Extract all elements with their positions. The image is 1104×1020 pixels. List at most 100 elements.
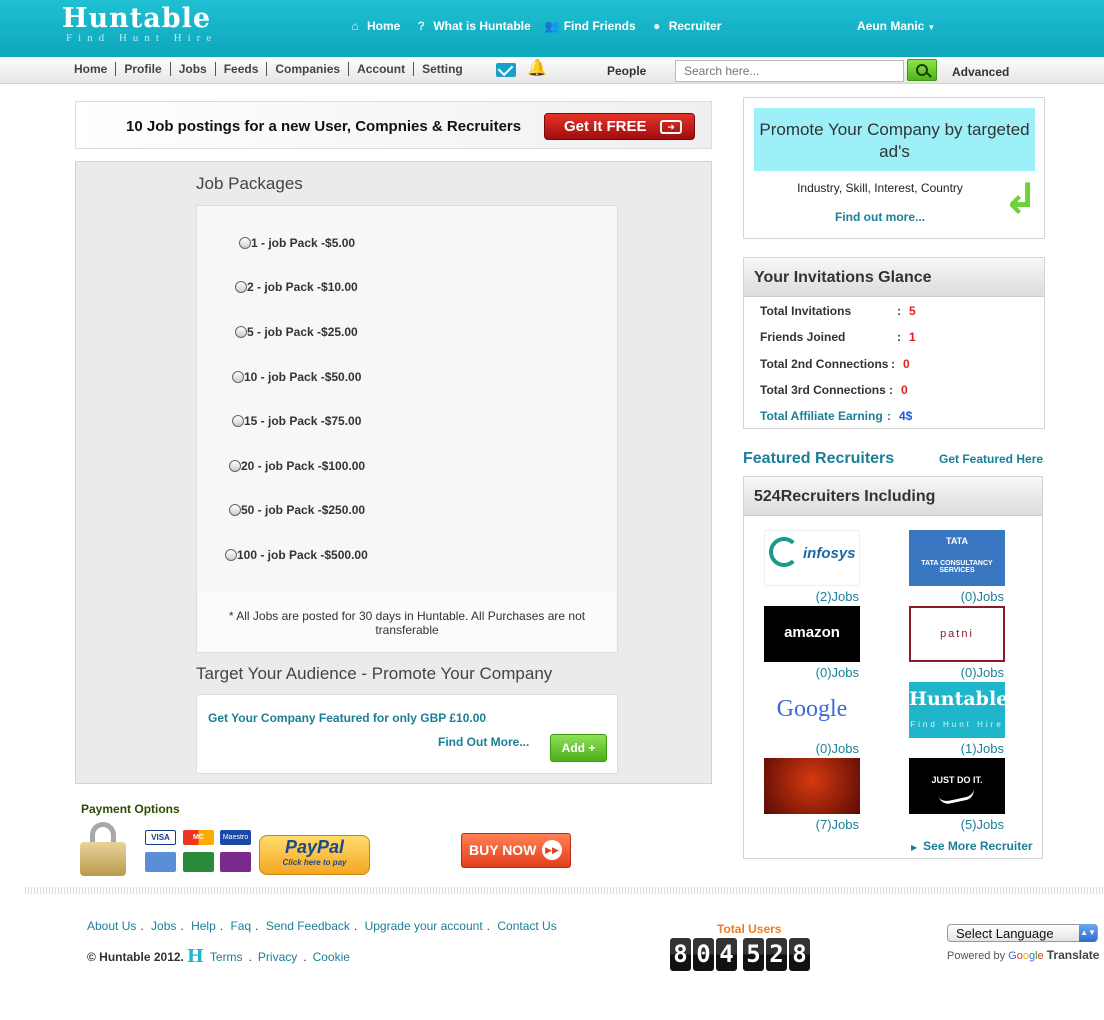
recruiter-logo-amazon[interactable]: amazon [764,606,860,662]
footer-links: About Us. Jobs. Help. Faq. Send Feedback… [87,919,557,933]
menu-setting[interactable]: Setting [414,62,471,76]
huntable-wordmark: Huntable [909,688,1005,710]
job-pack-option[interactable]: 15 - job Pack -$75.00 [232,414,361,428]
menu-companies[interactable]: Companies [267,62,350,76]
user-menu[interactable]: Aeun Manic ▼ [857,19,935,33]
promote-ad-box: Promote Your Company by targeted ad's In… [743,97,1045,239]
job-packages-note: * All Jobs are posted for 30 days in Hun… [196,592,618,653]
footer-link-contact[interactable]: Contact Us [497,919,556,933]
ad-find-more-link[interactable]: Find out more... [835,210,925,224]
search-button[interactable] [907,59,937,81]
recruiter-logo-tcs[interactable]: TATA TATA CONSULTANCY SERVICES [909,530,1005,586]
add-button[interactable]: Add + [550,734,607,762]
terms-link[interactable]: Terms [210,950,243,964]
paypal-label: PayPal [284,837,345,857]
recruiter-jobs-link[interactable]: (1)Jobs [908,741,1004,756]
recruiter-jobs-link[interactable]: (0)Jobs [908,589,1004,604]
job-pack-option[interactable]: 20 - job Pack -$100.00 [229,459,365,473]
radio-button[interactable] [239,237,251,249]
user-name: Aeun Manic [857,19,925,33]
menu-feeds[interactable]: Feeds [216,62,268,76]
menu-profile[interactable]: Profile [116,62,171,76]
card-icon [183,852,214,872]
mail-icon[interactable] [496,63,516,77]
radio-button[interactable] [229,460,241,472]
menu-account[interactable]: Account [349,62,415,76]
main-menu: Home Profile Jobs Feeds Companies Accoun… [66,62,471,76]
recruiter-logo-google[interactable]: Google [764,682,860,738]
recruiter-jobs-link[interactable]: (0)Jobs [763,665,859,680]
invitation-row: Total Invitations:5 [760,304,916,318]
invitation-value: 0 [903,357,910,371]
featured-offer-text: Get Your Company Featured for only GBP £… [208,711,487,725]
recruiter-logo-infosys[interactable]: infosys [764,530,860,586]
search-input[interactable] [675,60,904,82]
promo-banner: 10 Job postings for a new User, Compnies… [75,101,712,149]
footer-link-jobs[interactable]: Jobs [151,919,176,933]
recruiter-logo-patni[interactable]: patni [909,606,1005,662]
topnav-what-is-huntable[interactable]: ? What is Huntable [414,19,531,33]
sub-nav: Home Profile Jobs Feeds Companies Accoun… [0,57,1104,84]
get-it-free-button[interactable]: Get It FREE ➜ [544,113,695,140]
footer-link-faq[interactable]: Faq [230,919,251,933]
recruiter-jobs-link[interactable]: (2)Jobs [763,589,859,604]
buy-now-button[interactable]: BUY NOW ▶▶ [461,833,571,868]
topnav-find-friends[interactable]: 👥 Find Friends [545,19,636,33]
job-pack-option[interactable]: 10 - job Pack -$50.00 [232,370,361,384]
footer-link-feedback[interactable]: Send Feedback [266,919,350,933]
radio-button[interactable] [229,504,241,516]
recruiter-jobs-link[interactable]: (7)Jobs [763,817,859,832]
language-select-value: Select Language [956,926,1054,941]
person-icon: ● [653,19,661,33]
invitation-value: 5 [909,304,916,318]
counter-digit: 8 [789,938,810,971]
job-pack-label: 50 - job Pack -$250.00 [241,503,366,517]
get-it-free-label: Get It FREE [564,118,647,135]
radio-button[interactable] [232,415,244,427]
find-out-more-link[interactable]: Find Out More... [438,735,529,749]
recruiter-logo-nike[interactable]: JUST DO IT. [909,758,1005,814]
recruiter-jobs-link[interactable]: (5)Jobs [908,817,1004,832]
swoosh-icon [938,788,976,806]
home-icon: ⌂ [351,19,359,33]
brand-logo[interactable]: Huntable Find Hunt Hire [62,4,217,45]
invitation-row[interactable]: Total Affiliate Earning:4$ [760,409,912,423]
radio-button[interactable] [232,371,244,383]
cookie-link[interactable]: Cookie [313,950,350,964]
bell-icon[interactable]: 🔔 [527,61,547,77]
privacy-link[interactable]: Privacy [258,950,297,964]
footer-link-about[interactable]: About Us [87,919,136,933]
menu-home[interactable]: Home [66,62,117,76]
amex-card-icon [145,852,176,872]
buy-now-label: BUY NOW [469,842,537,858]
google-wordmark: Google [776,696,848,722]
recruiter-jobs-link[interactable]: (0)Jobs [908,665,1004,680]
job-pack-option[interactable]: 2 - job Pack -$10.00 [235,280,358,294]
topnav-home[interactable]: ⌂ Home [348,19,400,33]
invitation-label: Total Invitations [760,304,852,318]
recruiter-logo-company[interactable] [764,758,860,814]
chevron-down-icon: ▼ [927,23,936,32]
recruiter-logo-huntable[interactable]: Huntable Find Hunt Hire [909,682,1005,738]
job-pack-option[interactable]: 5 - job Pack -$25.00 [235,325,358,339]
job-pack-label: 10 - job Pack -$50.00 [244,370,362,384]
menu-jobs[interactable]: Jobs [171,62,216,76]
top-nav: ⌂ Home ? What is Huntable 👥 Find Friends ● R… [348,19,721,33]
paypal-button[interactable]: PayPal Click here to pay [259,835,370,875]
language-select[interactable]: Select Language ▲▼ [947,924,1098,942]
job-pack-option[interactable]: 1 - job Pack -$5.00 [239,236,355,250]
job-pack-option[interactable]: 50 - job Pack -$250.00 [229,503,365,517]
radio-button[interactable] [235,281,247,293]
advanced-search-link[interactable]: Advanced [952,65,1009,79]
see-more-recruiters-link[interactable]: ▶ See More Recruiter [911,839,1033,853]
radio-button[interactable] [235,326,247,338]
topnav-recruiter[interactable]: ● Recruiter [650,19,721,33]
radio-button[interactable] [225,549,237,561]
infosys-mark [769,537,799,567]
get-featured-link[interactable]: Get Featured Here [939,452,1043,466]
recruiter-jobs-link[interactable]: (0)Jobs [763,741,859,756]
footer-link-upgrade[interactable]: Upgrade your account [365,919,483,933]
footer-link-help[interactable]: Help [191,919,216,933]
job-pack-option[interactable]: 100 - job Pack -$500.00 [225,548,368,562]
search-scope[interactable]: People [607,64,646,78]
